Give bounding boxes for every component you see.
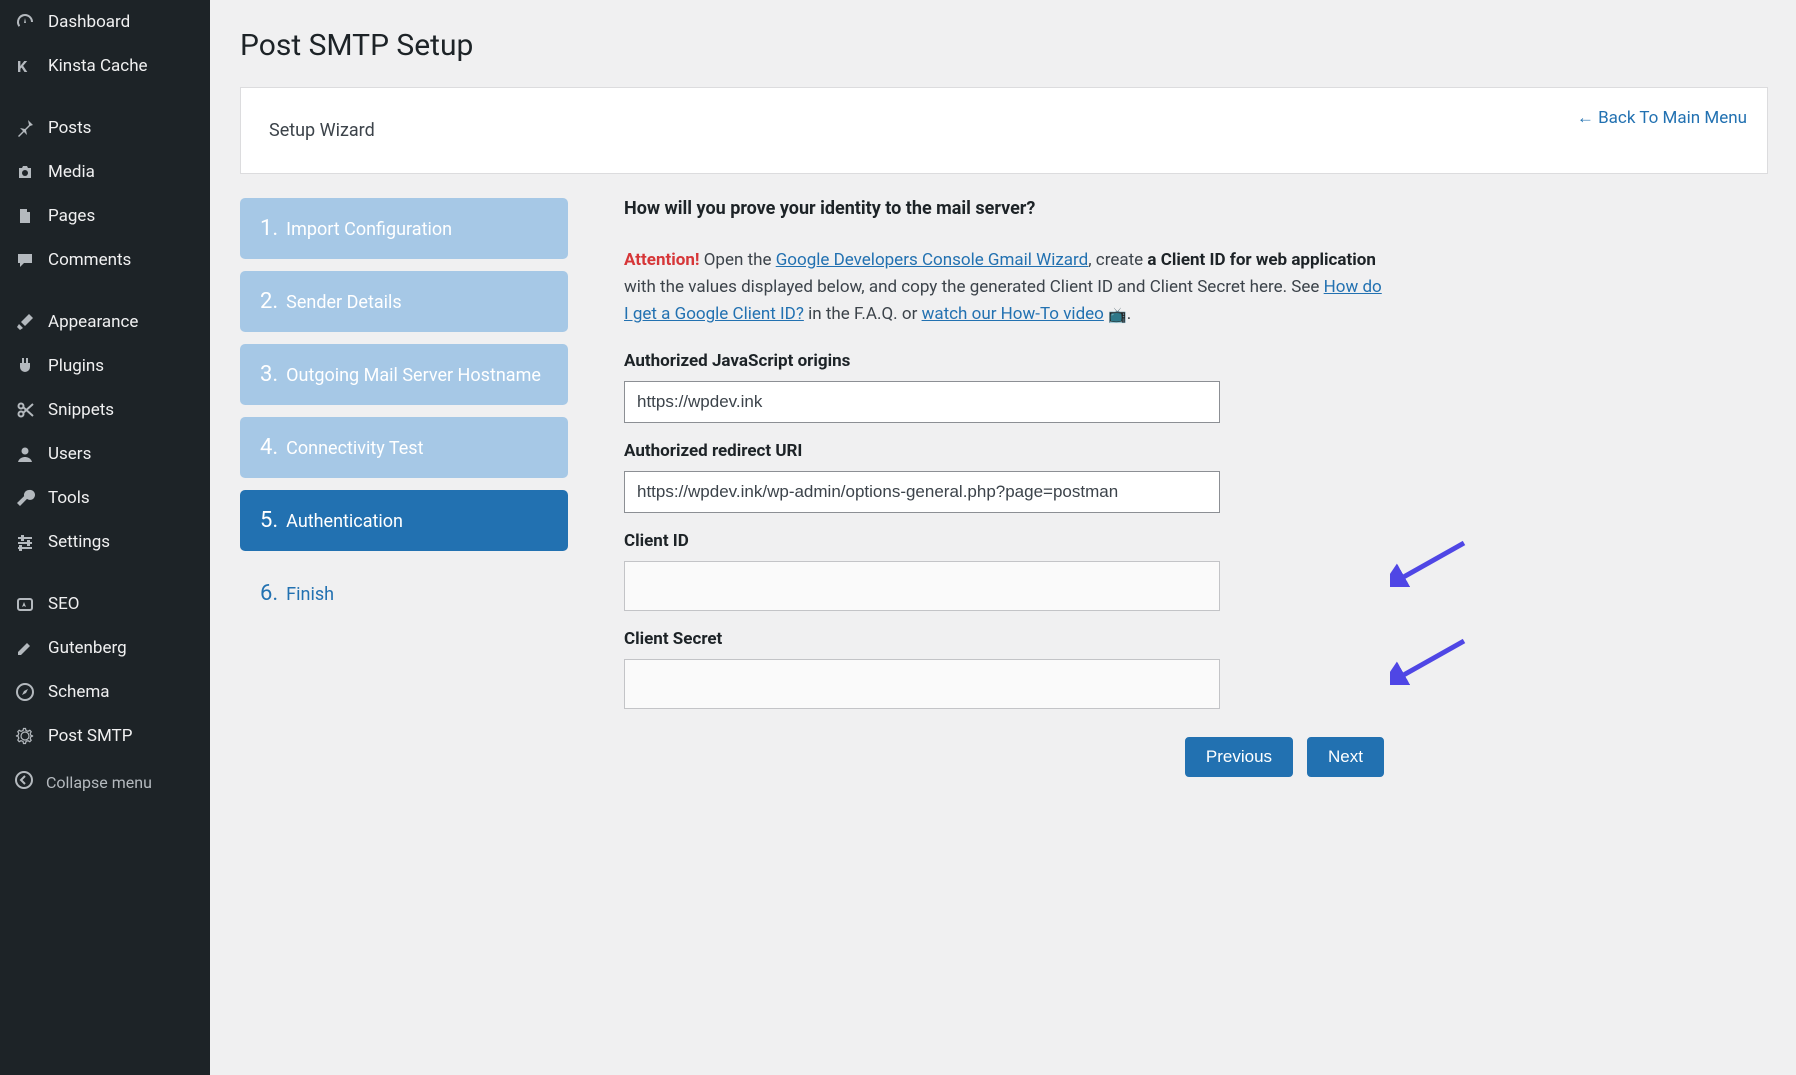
client-id-label: Client ID [624,531,1384,551]
back-to-main-link[interactable]: ← Back To Main Menu [1577,108,1747,128]
client-secret-label: Client Secret [624,629,1384,649]
sidebar-item-gutenberg[interactable]: Gutenberg [0,626,210,670]
wizard-form: How will you prove your identity to the … [624,198,1384,777]
sidebar-item-media[interactable]: Media [0,150,210,194]
main-content: Post SMTP Setup ← Back To Main Menu Setu… [210,0,1796,1075]
sidebar-item-settings[interactable]: Settings [0,520,210,564]
sidebar-item-label: Users [48,444,91,464]
wizard-step-sender-details[interactable]: 2. Sender Details [240,271,568,332]
wizard-title: Setup Wizard [269,120,1739,141]
sidebar-item-dashboard[interactable]: Dashboard [0,0,210,44]
wrench-icon [14,488,36,508]
step-label: Finish [286,584,334,605]
admin-sidebar: Dashboard K Kinsta Cache Posts Media Pages Com… [0,0,210,1075]
sidebar-item-label: SEO [48,594,79,614]
howto-video-link[interactable]: watch our How-To video [922,304,1104,324]
tv-icon: 📺 [1108,306,1127,324]
sidebar-item-label: Schema [48,682,110,702]
annotation-arrow-icon [1390,537,1470,587]
sidebar-item-label: Pages [48,206,95,226]
sidebar-item-label: Dashboard [48,12,130,32]
attention-paragraph: Attention! Open the Google Developers Co… [624,247,1384,329]
js-origins-label: Authorized JavaScript origins [624,351,1384,371]
wizard-steps: 1. Import Configuration 2. Sender Details 3.… [240,198,568,624]
step-number: 2. [260,289,278,314]
sidebar-item-post-smtp[interactable]: Post SMTP [0,714,210,758]
sidebar-item-label: Posts [48,118,91,138]
js-origins-input[interactable] [624,381,1220,423]
step-number: 1. [260,216,278,241]
k-icon: K [14,56,36,76]
sidebar-item-label: Tools [48,488,90,508]
redirect-uri-label: Authorized redirect URI [624,441,1384,461]
collapse-menu-button[interactable]: Collapse menu [0,758,210,806]
annotation-arrow-icon [1390,635,1470,685]
sidebar-item-snippets[interactable]: Snippets [0,388,210,432]
sidebar-item-label: Comments [48,250,131,270]
next-button[interactable]: Next [1307,737,1384,777]
wizard-step-outgoing-mail-server-hostname[interactable]: 3. Outgoing Mail Server Hostname [240,344,568,405]
client-secret-input[interactable] [624,659,1220,709]
gear-icon [14,726,36,746]
step-label: Import Configuration [286,219,452,240]
collapse-label: Collapse menu [46,773,152,792]
previous-button[interactable]: Previous [1185,737,1293,777]
step-label: Authentication [286,511,403,532]
step-number: 3. [260,362,278,387]
sidebar-item-plugins[interactable]: Plugins [0,344,210,388]
sidebar-item-tools[interactable]: Tools [0,476,210,520]
page-title: Post SMTP Setup [240,28,1768,63]
sidebar-item-comments[interactable]: Comments [0,238,210,282]
step-number: 5. [260,508,278,533]
step-label: Sender Details [286,292,402,313]
sidebar-item-label: Settings [48,532,110,552]
pen-icon [14,638,36,658]
google-console-link[interactable]: Google Developers Console Gmail Wizard [776,250,1089,270]
sidebar-item-label: Media [48,162,95,182]
sidebar-item-label: Plugins [48,356,104,376]
sidebar-item-appearance[interactable]: Appearance [0,300,210,344]
sidebar-item-label: Gutenberg [48,638,127,658]
compass-icon [14,682,36,702]
sidebar-item-kinsta-cache[interactable]: K Kinsta Cache [0,44,210,88]
collapse-icon [14,770,34,794]
redirect-uri-input[interactable] [624,471,1220,513]
svg-text:K: K [17,57,28,76]
wizard-header-panel: ← Back To Main Menu Setup Wizard [240,87,1768,174]
sidebar-item-seo[interactable]: SEO [0,582,210,626]
step-number: 6. [260,581,278,606]
sidebar-item-schema[interactable]: Schema [0,670,210,714]
sidebar-item-label: Post SMTP [48,726,132,746]
wizard-step-authentication[interactable]: 5. Authentication [240,490,568,551]
plug-icon [14,356,36,376]
form-heading: How will you prove your identity to the … [624,198,1384,219]
seo-icon [14,594,36,614]
user-icon [14,444,36,464]
wizard-step-connectivity-test[interactable]: 4. Connectivity Test [240,417,568,478]
gauge-icon [14,12,36,32]
sliders-icon [14,532,36,552]
client-id-input[interactable] [624,561,1220,611]
wizard-step-import-configuration[interactable]: 1. Import Configuration [240,198,568,259]
sidebar-item-pages[interactable]: Pages [0,194,210,238]
scissors-icon [14,400,36,420]
step-label: Outgoing Mail Server Hostname [286,365,541,386]
camera-icon [14,162,36,182]
brush-icon [14,312,36,332]
step-number: 4. [260,435,278,460]
sidebar-item-users[interactable]: Users [0,432,210,476]
pages-icon [14,206,36,226]
sidebar-item-label: Snippets [48,400,114,420]
pin-icon [14,118,36,138]
wizard-nav-buttons: Previous Next [624,737,1384,777]
step-label: Connectivity Test [286,438,423,459]
wizard-step-finish[interactable]: 6. Finish [240,563,568,624]
attention-label: Attention! [624,250,699,270]
sidebar-item-posts[interactable]: Posts [0,106,210,150]
sidebar-item-label: Appearance [48,312,138,332]
comment-icon [14,250,36,270]
back-arrow-icon: ← [1577,108,1594,128]
sidebar-item-label: Kinsta Cache [48,56,148,76]
